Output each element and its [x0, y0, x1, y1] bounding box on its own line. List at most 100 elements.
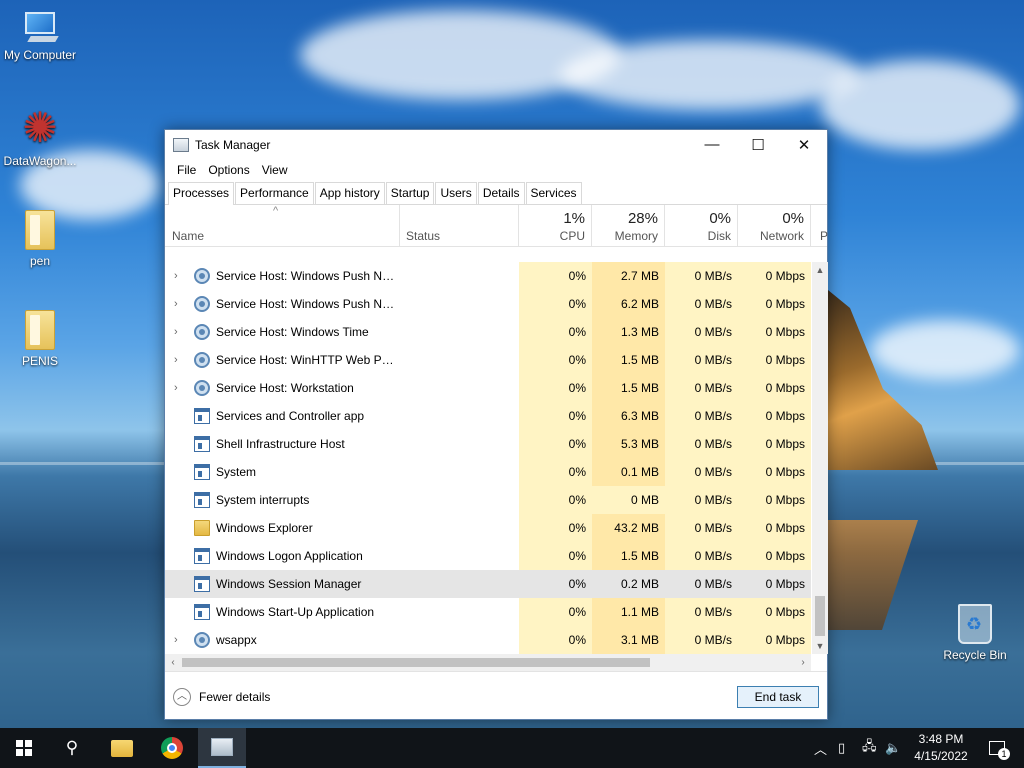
scroll-right-arrow-icon[interactable]: › [795, 654, 811, 671]
network-total-percent: 0% [782, 210, 804, 227]
column-header-name[interactable]: ^ Name [165, 205, 400, 247]
clock-time: 3:48 PM [918, 732, 964, 746]
tab-processes[interactable]: Processes [168, 182, 235, 205]
taskbar-file-explorer[interactable] [98, 728, 146, 768]
scroll-down-arrow-icon[interactable]: ▼ [812, 638, 828, 654]
vertical-scrollbar[interactable]: ▲ ▼ [812, 262, 828, 654]
process-network: 0 Mbps [765, 465, 805, 479]
taskbar: ⚲ ︿ ▯ 🖧 🔈 3:48 PM 4/15/2022 1 [0, 728, 1024, 768]
folder-icon [194, 520, 210, 536]
column-header-network[interactable]: 0% Network [738, 205, 811, 247]
column-header-extra[interactable]: P [811, 205, 828, 247]
menu-view[interactable]: View [256, 163, 294, 177]
fewer-details-link[interactable]: ︿ Fewer details [173, 688, 270, 706]
tab-startup[interactable]: Startup [385, 182, 435, 204]
tab-details[interactable]: Details [477, 182, 525, 204]
show-hidden-icons-button[interactable]: ︿ [814, 728, 834, 768]
tray-device-icon[interactable]: ▯ [838, 728, 856, 768]
table-row[interactable]: Shell Infrastructure Host 0% 5.3 MB 0 MB/s 0… [165, 430, 811, 458]
process-disk: 0 MB/s [694, 325, 732, 339]
menu-bar: File Options View [165, 159, 827, 181]
process-cpu: 0% [568, 381, 586, 395]
expand-chevron-icon[interactable]: › [174, 262, 178, 290]
end-task-button[interactable]: End task [737, 686, 819, 708]
table-row[interactable]: System interrupts 0% 0 MB 0 MB/s 0 Mbps [165, 486, 811, 514]
tray-network-icon[interactable]: 🖧 [862, 728, 882, 768]
table-row[interactable]: › Service Host: Windows Push No... 0% 2.7 M… [165, 262, 811, 290]
tray-volume-icon[interactable]: 🔈 [885, 728, 905, 768]
horizontal-scroll-thumb[interactable] [182, 658, 650, 667]
notification-icon: 1 [989, 741, 1010, 760]
table-row[interactable]: Services and Controller app 0% 6.3 MB 0 MB/… [165, 402, 811, 430]
process-network: 0 Mbps [765, 325, 805, 339]
gear-icon [194, 632, 210, 648]
expand-chevron-icon[interactable]: › [174, 346, 178, 374]
column-header-status[interactable]: Status [400, 205, 519, 247]
process-memory: 6.2 MB [620, 297, 659, 311]
column-header-cpu[interactable]: 1% CPU [519, 205, 592, 247]
tab-users[interactable]: Users [435, 182, 477, 204]
process-name: Windows Explorer [216, 521, 313, 535]
wallpaper-reflection [828, 520, 918, 630]
taskbar-chrome[interactable] [148, 728, 196, 768]
gear-icon [194, 324, 210, 340]
tab-performance[interactable]: Performance [235, 182, 314, 204]
horizontal-scrollbar[interactable]: ‹ › [165, 654, 811, 671]
process-name: Services and Controller app [216, 409, 365, 423]
expand-chevron-icon[interactable]: › [174, 290, 178, 318]
table-row[interactable]: System 0% 0.1 MB 0 MB/s 0 Mbps [165, 458, 811, 486]
close-button[interactable]: ✕ [781, 130, 827, 159]
expand-chevron-icon[interactable]: › [174, 318, 178, 346]
scroll-up-arrow-icon[interactable]: ▲ [812, 262, 828, 278]
column-header-memory[interactable]: 28% Memory [592, 205, 665, 247]
vertical-scroll-thumb[interactable] [815, 596, 825, 636]
tab-services[interactable]: Services [525, 182, 582, 204]
process-name: Windows Start-Up Application [216, 605, 375, 619]
search-button[interactable]: ⚲ [48, 728, 96, 768]
table-row[interactable]: › Service Host: Windows Time 0% 1.3 MB 0 MB/… [165, 318, 811, 346]
desktop-icon-my-computer[interactable]: My Computer [0, 10, 80, 62]
menu-options[interactable]: Options [202, 163, 255, 177]
process-name: System interrupts [216, 493, 310, 507]
process-cpu: 0% [568, 521, 586, 535]
desktop-icon-pen[interactable]: pen [0, 210, 80, 268]
taskbar-task-manager[interactable] [198, 728, 246, 768]
table-row[interactable]: Windows Logon Application 0% 1.5 MB 0 MB/s 0… [165, 542, 811, 570]
table-row[interactable]: › Service Host: Windows Push No... 0% 6.2 M… [165, 290, 811, 318]
datawagon-shortcut-icon: ✺ [22, 104, 58, 151]
process-memory: 1.5 MB [620, 549, 659, 563]
minimize-button[interactable]: — [689, 130, 735, 159]
process-name: Service Host: Workstation [216, 381, 354, 395]
table-row[interactable]: › wsappx 0% 3.1 MB 0 MB/s 0 Mbps [165, 626, 811, 654]
desktop-icon-label: pen [29, 254, 51, 268]
start-button[interactable] [0, 728, 48, 768]
title-bar[interactable]: Task Manager — ☐ ✕ [165, 130, 827, 159]
task-manager-icon [173, 137, 189, 152]
scroll-left-arrow-icon[interactable]: ‹ [165, 654, 181, 671]
expand-chevron-icon[interactable]: › [174, 626, 178, 654]
desktop-icon-recycle-bin[interactable]: Recycle Bin [935, 604, 1015, 662]
table-row[interactable]: Windows Explorer 0% 43.2 MB 0 MB/s 0 Mbps [165, 514, 811, 542]
menu-file[interactable]: File [171, 163, 202, 177]
desktop-icon-datawagon[interactable]: ✺ DataWagon... [0, 104, 80, 169]
table-row[interactable]: › Service Host: WinHTTP Web Pro... 0% 1.5 M… [165, 346, 811, 374]
table-row[interactable]: › Service Host: Workstation 0% 1.5 MB 0 MB/s… [165, 374, 811, 402]
desktop-icon-penis[interactable]: PENIS [0, 310, 80, 368]
process-network: 0 Mbps [765, 353, 805, 367]
tab-app-history[interactable]: App history [314, 182, 385, 204]
speaker-icon: 🔈 [885, 740, 902, 755]
table-row[interactable]: Windows Start-Up Application 0% 1.1 MB 0 MB… [165, 598, 811, 626]
expand-chevron-icon[interactable]: › [174, 374, 178, 402]
process-disk: 0 MB/s [694, 409, 732, 423]
action-center-button[interactable]: 1 [982, 728, 1012, 768]
column-header-disk[interactable]: 0% Disk [665, 205, 738, 247]
taskbar-clock[interactable]: 3:48 PM 4/15/2022 [908, 731, 974, 765]
recycle-bin-icon [958, 604, 992, 644]
process-name: wsappx [216, 633, 257, 647]
process-disk: 0 MB/s [694, 381, 732, 395]
sort-up-icon: ^ [273, 205, 279, 217]
app-window-icon [194, 576, 210, 592]
desktop-icon-label: DataWagon... [3, 154, 77, 168]
table-row[interactable]: Windows Session Manager 0% 0.2 MB 0 MB/s 0 M… [165, 570, 811, 598]
maximize-button[interactable]: ☐ [735, 130, 781, 159]
